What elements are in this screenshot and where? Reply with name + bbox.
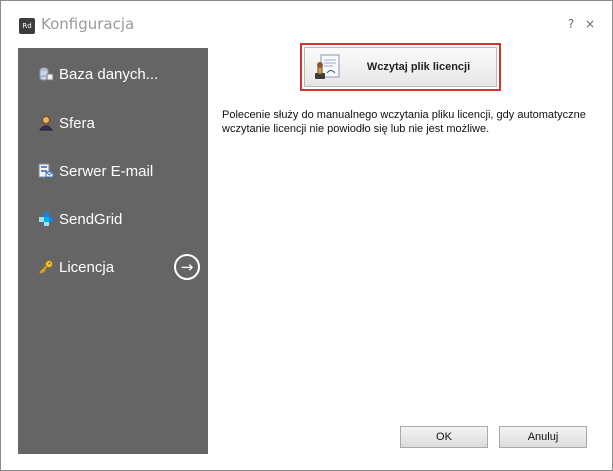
load-license-highlight: Wczytaj plik licencji: [300, 43, 501, 91]
sidebar-item-sfera[interactable]: Sfera: [38, 112, 95, 134]
app-icon: Rd: [19, 18, 35, 34]
window-title: Konfiguracja: [41, 15, 135, 33]
active-arrow-icon: →: [174, 254, 200, 280]
database-icon: [38, 66, 54, 82]
title-bar: Rd Konfiguracja ? ×: [1, 1, 612, 47]
sidebar-item-sendgrid[interactable]: SendGrid: [38, 208, 122, 230]
person-icon: [38, 115, 54, 131]
sidebar-item-label: SendGrid: [59, 210, 123, 228]
sidebar: Baza danych... Sfera Serwer E-mail SendG…: [18, 48, 208, 454]
sidebar-item-license[interactable]: Licencja: [38, 256, 114, 278]
sidebar-item-label: Licencja: [59, 258, 115, 276]
email-server-icon: [38, 163, 54, 179]
sidebar-item-database[interactable]: Baza danych...: [38, 63, 158, 85]
close-button[interactable]: ×: [583, 17, 597, 31]
ok-button[interactable]: OK: [400, 426, 488, 448]
certificate-stamp-icon: [313, 53, 341, 81]
description-text: Polecenie służy do manualnego wczytania …: [222, 109, 586, 135]
help-button[interactable]: ?: [564, 17, 578, 31]
sidebar-item-label: Serwer E-mail: [59, 162, 154, 180]
key-icon: [38, 259, 54, 275]
load-license-label: Wczytaj plik licencji: [366, 61, 471, 73]
sidebar-item-label: Baza danych...: [59, 65, 159, 83]
sidebar-item-label: Sfera: [59, 114, 95, 132]
sendgrid-icon: [38, 211, 54, 227]
cancel-button[interactable]: Anuluj: [499, 426, 587, 448]
load-license-button[interactable]: Wczytaj plik licencji: [304, 47, 497, 87]
sidebar-item-email-server[interactable]: Serwer E-mail: [38, 160, 153, 182]
config-window: Rd Konfiguracja ? × Baza danych... Sfera…: [0, 0, 613, 471]
